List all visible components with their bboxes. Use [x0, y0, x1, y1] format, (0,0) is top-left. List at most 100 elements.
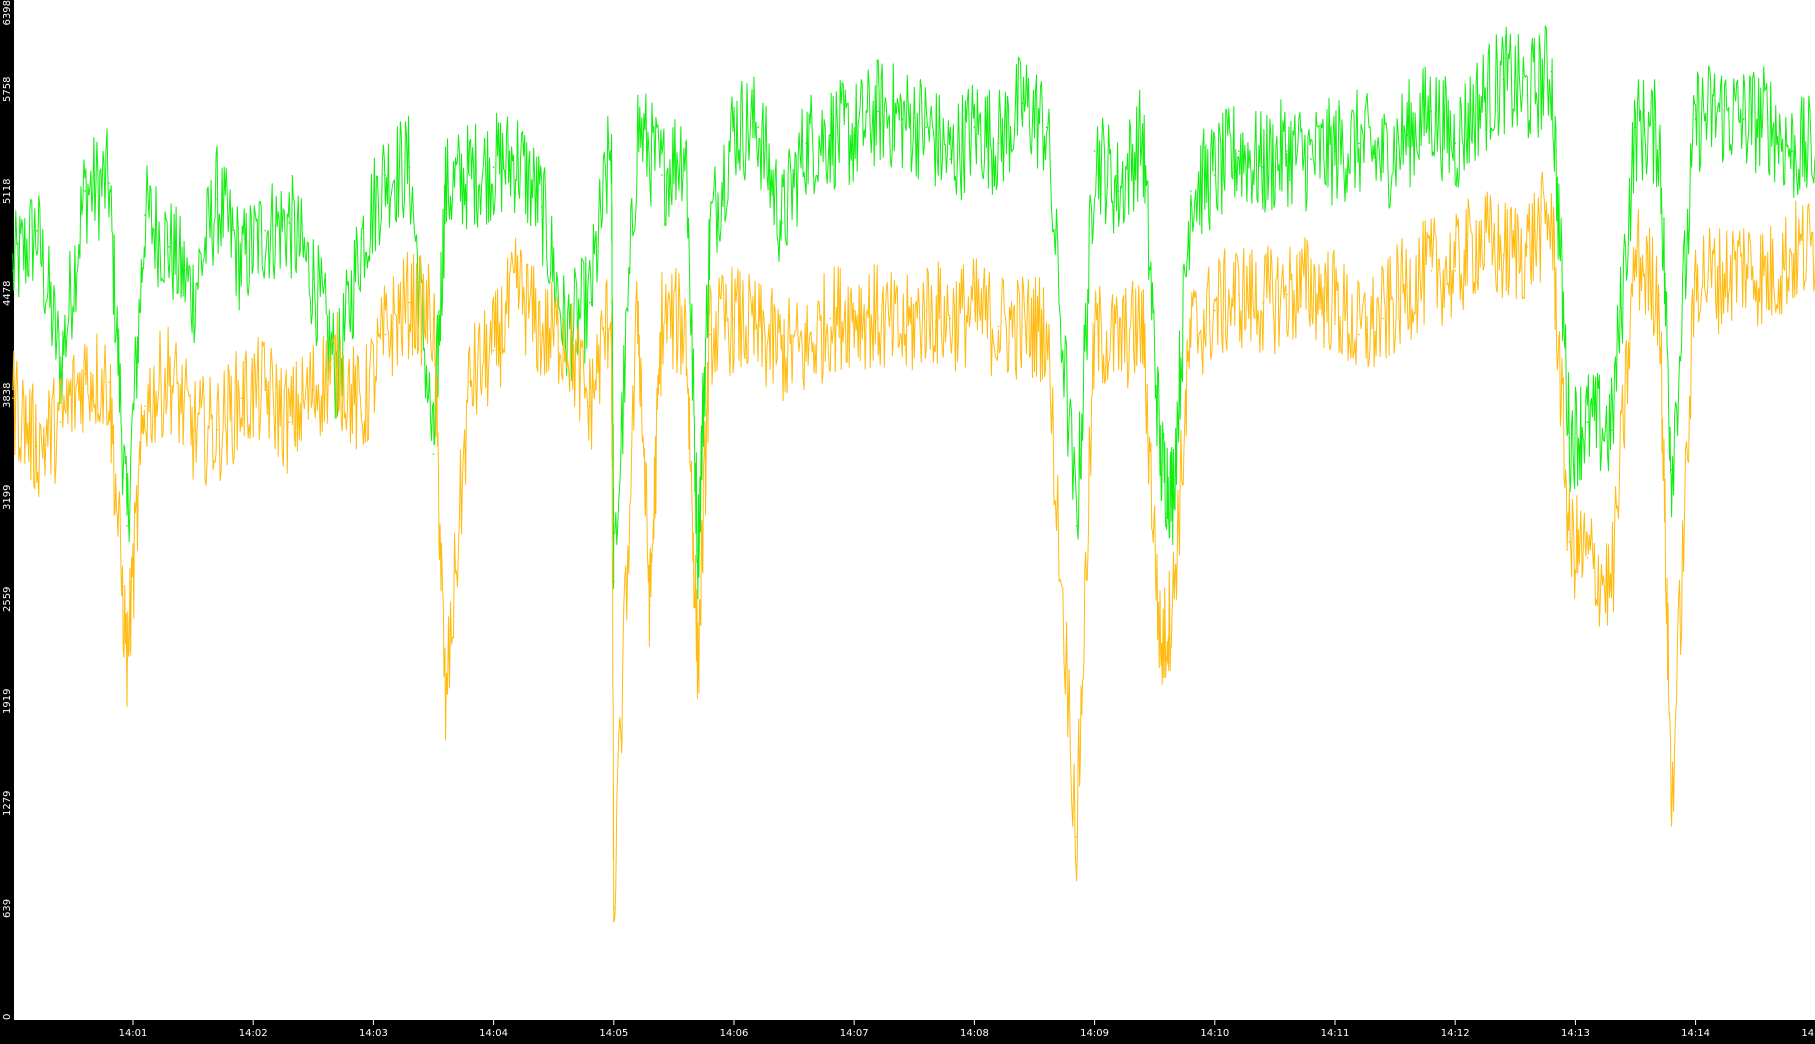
- series-2-point-16: [384, 333, 387, 336]
- series-1-point-72: [1634, 126, 1637, 128]
- series-1-point-19: [444, 190, 447, 192]
- series-2-point-63: [1406, 285, 1408, 288]
- series-1-point-45: [1021, 102, 1024, 105]
- y-tick-label: 0: [2, 1014, 13, 1020]
- series-1-point-16: [384, 174, 387, 176]
- series-2-point-48: [1075, 835, 1078, 838]
- series-2-point-25: [589, 405, 591, 408]
- series-1-point-32: [709, 230, 711, 232]
- series-1-point-79: [1791, 150, 1793, 152]
- series-1-point-29: [661, 174, 663, 176]
- series-1-point-15: [360, 238, 363, 240]
- series-1-point-6: [144, 214, 146, 216]
- series-2-point-8: [192, 429, 194, 431]
- line-chart: 0 639 1279 1919 2559 3199 3838 4478 5118 5758 6398…: [0, 0, 1815, 1039]
- series-2-point-40: [877, 317, 879, 320]
- x-tick-label: 14:04: [479, 1028, 508, 1039]
- y-tick-label: 4478: [2, 281, 13, 306]
- series-1-point-50: [1141, 134, 1144, 136]
- series-2-point-36: [781, 349, 783, 352]
- series-2-point-47: [1045, 325, 1048, 328]
- series-2-point-22: [516, 285, 519, 288]
- series-1-point-58: [1310, 158, 1312, 160]
- series-2-point-65: [1454, 269, 1456, 272]
- series-2-point-14: [336, 365, 339, 368]
- series-2-point-42: [925, 309, 928, 312]
- series-1-point-68: [1550, 70, 1553, 73]
- series-2-point-5: [126, 660, 128, 663]
- x-tick-label: 14:15: [1801, 1028, 1815, 1039]
- series-2-point-59: [1310, 285, 1312, 288]
- x-tick-label: 14:06: [720, 1028, 749, 1039]
- series-1-point-52: [1171, 493, 1174, 495]
- series-2-point-19: [444, 708, 447, 710]
- series-1-point-75: [1694, 118, 1697, 120]
- series-2-point-13: [312, 389, 315, 392]
- y-tick-label: 3838: [2, 383, 13, 408]
- series-1-point-33: [733, 126, 735, 128]
- series-2-point-26: [610, 301, 613, 304]
- series-1-point-27: [613, 580, 615, 583]
- series-1-point-2: [60, 365, 62, 368]
- series-1-point-53: [1190, 190, 1192, 192]
- series-1-point-48: [1093, 150, 1096, 152]
- series-1-point-56: [1262, 166, 1264, 168]
- series-2-point-41: [901, 333, 904, 336]
- series-1-point-7: [168, 246, 170, 248]
- series-2-point-69: [1550, 214, 1553, 216]
- series-2-point-50: [1117, 341, 1120, 344]
- x-tick-label: 14:08: [960, 1028, 989, 1039]
- series-1-point-62: [1406, 134, 1408, 136]
- series-2-point-43: [949, 317, 952, 320]
- y-tick-label: 1919: [2, 689, 13, 714]
- series-2-point-68: [1526, 246, 1529, 248]
- series-1-point-61: [1382, 158, 1384, 160]
- y-tick-label: 639: [2, 899, 13, 918]
- series-2-point-30: [661, 317, 663, 320]
- series-1-point-13: [312, 277, 315, 280]
- series-2-point-62: [1382, 317, 1384, 320]
- series-1-point-73: [1658, 134, 1661, 136]
- y-tick-label: 5118: [2, 179, 13, 204]
- series-2-point-31: [685, 325, 687, 328]
- series-1-point-76: [1718, 110, 1721, 113]
- series-1-point-39: [877, 110, 879, 113]
- series-2-point-1: [36, 445, 38, 447]
- chart-svg: 0 639 1279 1919 2559 3199 3838 4478 5118 5758 6398…: [0, 0, 1815, 1039]
- series-1-point-34: [757, 126, 759, 128]
- series-1-point-28: [637, 126, 639, 128]
- series-2-point-17: [408, 301, 411, 304]
- y-tick-label: 5758: [2, 77, 13, 102]
- series-2-point-3: [84, 373, 86, 376]
- series-2-point-23: [540, 333, 543, 336]
- series-2-point-46: [1021, 325, 1024, 328]
- series-2-point-64: [1430, 269, 1432, 272]
- series-2-point-4: [108, 381, 110, 384]
- y-tick-label: 3199: [2, 485, 13, 510]
- series-2-point-33: [709, 333, 711, 336]
- series-1-point-63: [1430, 110, 1432, 113]
- y-tick-label: 1279: [2, 791, 13, 816]
- series-1-point-9: [216, 198, 218, 200]
- series-1-point-17: [408, 166, 411, 168]
- series-1-point-21: [492, 166, 495, 168]
- series-2-point-34: [733, 317, 735, 320]
- series-2-point-58: [1286, 293, 1288, 296]
- series-1-point-69: [1568, 437, 1571, 439]
- series-2-point-54: [1190, 333, 1192, 336]
- series-1-point-20: [468, 174, 471, 176]
- series-2-point-29: [649, 604, 651, 607]
- series-1-point-66: [1502, 78, 1505, 81]
- series-2-point-71: [1586, 556, 1589, 559]
- series-1-point-22: [516, 158, 519, 160]
- series-1-point-47: [1075, 525, 1078, 527]
- series-1-point-59: [1334, 150, 1336, 152]
- series-1-point-42: [949, 158, 952, 160]
- series-2-point-11: [264, 389, 267, 392]
- series-1-point-37: [829, 134, 831, 136]
- series-2-point-61: [1358, 333, 1360, 336]
- series-2-point-79: [1766, 277, 1769, 280]
- series-1-point-46: [1045, 126, 1048, 128]
- series-1-point-55: [1238, 150, 1240, 152]
- series-1-point-67: [1526, 94, 1529, 97]
